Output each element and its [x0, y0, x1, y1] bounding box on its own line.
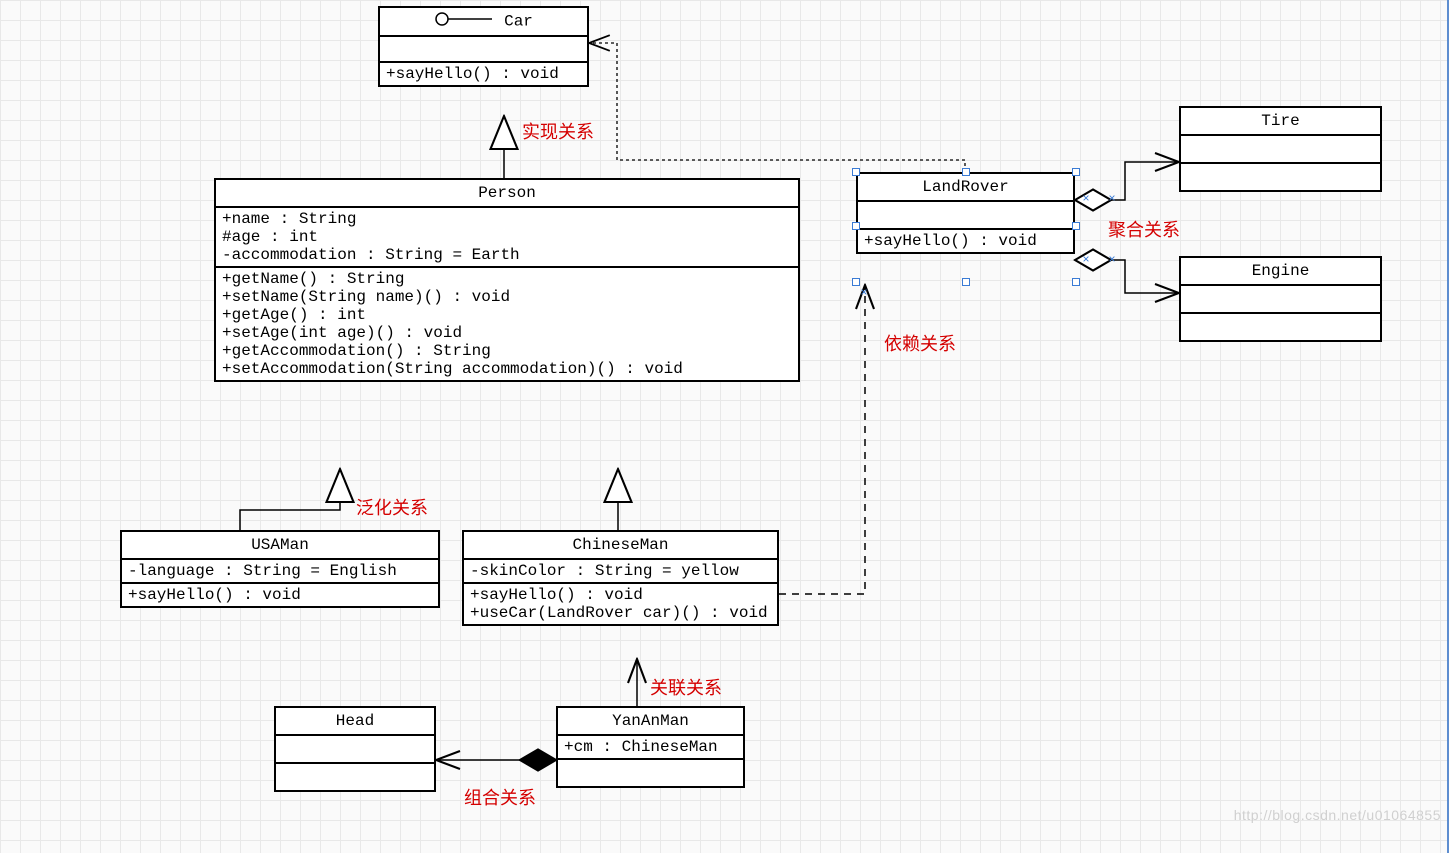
chineseman-attr-0: -skinColor : String = yellow: [470, 562, 771, 580]
class-landrover[interactable]: LandRover +sayHello() : void: [856, 172, 1075, 254]
person-op-0: +getName() : String: [222, 270, 792, 288]
class-usaman-ops: +sayHello() : void: [122, 584, 438, 606]
class-chineseman-name: ChineseMan: [572, 536, 668, 554]
connector-anchor-x[interactable]: ×: [1082, 194, 1090, 202]
class-chineseman-attrs: -skinColor : String = yellow: [464, 560, 777, 584]
car-op-0: +sayHello() : void: [386, 65, 581, 83]
class-landrover-ops: +sayHello() : void: [858, 230, 1073, 252]
class-yananman-name: YanAnMan: [612, 712, 689, 730]
sel-handle[interactable]: [1072, 168, 1080, 176]
class-person-ops: +getName() : String +setName(String name…: [216, 268, 798, 380]
sel-handle[interactable]: [962, 168, 970, 176]
class-landrover-title: LandRover: [858, 174, 1073, 202]
edge-landrover-tire: [1075, 162, 1179, 200]
connector-anchor-x[interactable]: ×: [1082, 255, 1090, 263]
person-op-5: +setAccommodation(String accommodation)(…: [222, 360, 792, 378]
diagram-canvas[interactable]: Car +sayHello() : void Person +name : St…: [0, 0, 1449, 853]
connector-anchor-x[interactable]: ×: [860, 288, 868, 296]
class-tire[interactable]: Tire: [1179, 106, 1382, 192]
class-tire-attrs: [1181, 136, 1380, 164]
person-op-1: +setName(String name)() : void: [222, 288, 792, 306]
class-yananman-attrs: +cm : ChineseMan: [558, 736, 743, 760]
class-head-title: Head: [276, 708, 434, 736]
label-association: 关联关系: [650, 674, 722, 700]
class-car-name: Car: [504, 13, 533, 31]
watermark: http://blog.csdn.net/u01064855: [1234, 807, 1441, 823]
class-landrover-name: LandRover: [922, 178, 1008, 196]
class-head-ops: [276, 764, 434, 790]
class-usaman-title: USAMan: [122, 532, 438, 560]
class-engine-title: Engine: [1181, 258, 1380, 286]
sel-handle[interactable]: [1072, 278, 1080, 286]
class-chineseman[interactable]: ChineseMan -skinColor : String = yellow …: [462, 530, 779, 626]
class-yananman-title: YanAnMan: [558, 708, 743, 736]
class-person-attrs: +name : String #age : int -accommodation…: [216, 208, 798, 268]
label-composition: 组合关系: [464, 784, 536, 810]
class-yananman-ops: [558, 760, 743, 786]
person-attr-2: -accommodation : String = Earth: [222, 246, 792, 264]
sel-handle[interactable]: [962, 278, 970, 286]
class-tire-title: Tire: [1181, 108, 1380, 136]
chineseman-op-0: +sayHello() : void: [470, 586, 771, 604]
class-tire-name: Tire: [1261, 112, 1299, 130]
person-op-3: +setAge(int age)() : void: [222, 324, 792, 342]
class-chineseman-ops: +sayHello() : void +useCar(LandRover car…: [464, 584, 777, 624]
interface-icon: [434, 12, 494, 31]
sel-handle[interactable]: [852, 222, 860, 230]
class-usaman-attrs: -language : String = English: [122, 560, 438, 584]
sel-handle[interactable]: [852, 278, 860, 286]
class-yananman[interactable]: YanAnMan +cm : ChineseMan: [556, 706, 745, 788]
yananman-attr-0: +cm : ChineseMan: [564, 738, 737, 756]
class-tire-ops: [1181, 164, 1380, 190]
class-engine-attrs: [1181, 286, 1380, 314]
usaman-attr-0: -language : String = English: [128, 562, 432, 580]
class-engine-name: Engine: [1252, 262, 1310, 280]
person-op-2: +getAge() : int: [222, 306, 792, 324]
sel-handle[interactable]: [1072, 222, 1080, 230]
label-dependency: 依赖关系: [884, 330, 956, 356]
person-op-4: +getAccommodation() : String: [222, 342, 792, 360]
chineseman-op-1: +useCar(LandRover car)() : void: [470, 604, 771, 622]
edge-landrover-car: [589, 43, 965, 172]
class-usaman-name: USAMan: [251, 536, 309, 554]
edge-usaman-person: [240, 469, 340, 530]
class-head-attrs: [276, 736, 434, 764]
class-car-ops: +sayHello() : void: [380, 63, 587, 85]
sel-handle[interactable]: [852, 168, 860, 176]
class-engine[interactable]: Engine: [1179, 256, 1382, 342]
class-head[interactable]: Head: [274, 706, 436, 792]
connector-anchor-x[interactable]: ×: [1108, 194, 1116, 202]
class-engine-ops: [1181, 314, 1380, 340]
label-realization: 实现关系: [522, 118, 594, 144]
class-landrover-attrs: [858, 202, 1073, 230]
class-person-title: Person: [216, 180, 798, 208]
class-car[interactable]: Car +sayHello() : void: [378, 6, 589, 87]
label-generalization: 泛化关系: [356, 494, 428, 520]
connector-anchor-x[interactable]: ×: [1108, 255, 1116, 263]
person-attr-0: +name : String: [222, 210, 792, 228]
person-attr-1: #age : int: [222, 228, 792, 246]
class-person-name: Person: [478, 184, 536, 202]
class-person[interactable]: Person +name : String #age : int -accomm…: [214, 178, 800, 382]
landrover-op-0: +sayHello() : void: [864, 232, 1067, 250]
edge-landrover-engine: [1075, 260, 1179, 293]
usaman-op-0: +sayHello() : void: [128, 586, 432, 604]
label-aggregation: 聚合关系: [1108, 216, 1180, 242]
class-chineseman-title: ChineseMan: [464, 532, 777, 560]
class-head-name: Head: [336, 712, 374, 730]
class-usaman[interactable]: USAMan -language : String = English +say…: [120, 530, 440, 608]
class-car-title: Car: [380, 8, 587, 37]
class-car-attrs: [380, 37, 587, 63]
